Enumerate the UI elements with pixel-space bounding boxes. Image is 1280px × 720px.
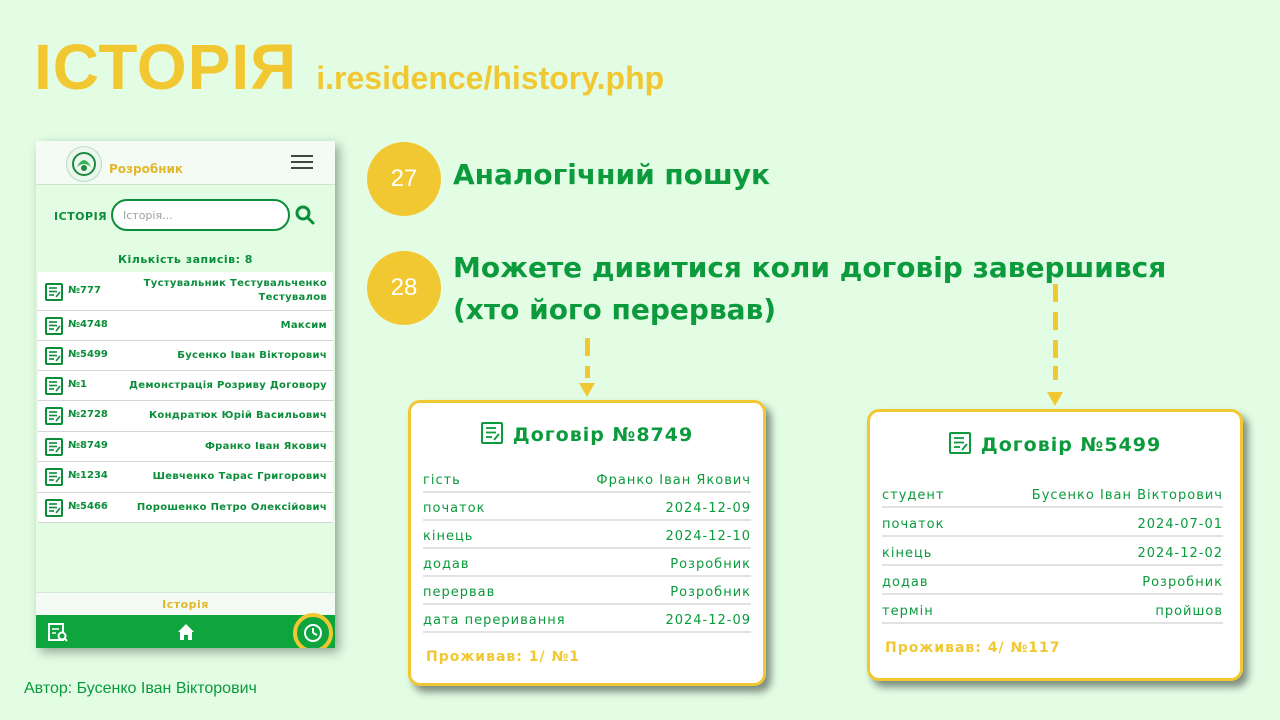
document-icon <box>45 317 63 335</box>
card-title: Договір №5499 <box>870 432 1240 456</box>
card-row: додав Розробник <box>882 573 1223 595</box>
row-value: Розробник <box>670 557 751 572</box>
document-icon <box>45 499 63 517</box>
record-number: №777 <box>68 285 101 296</box>
row-value: 2024-07-01 <box>1137 517 1223 532</box>
step-description: Аналогічний пошук <box>453 158 771 191</box>
row-key: кінець <box>882 546 933 561</box>
row-key: термін <box>882 604 934 619</box>
row-key: початок <box>423 501 486 516</box>
history-record[interactable]: №5499 Бусенко Іван Вікторович <box>38 341 333 371</box>
record-name: Порошенко Петро Олексійович <box>136 502 327 513</box>
row-key: додав <box>882 575 929 590</box>
row-value: Франко Іван Якович <box>596 473 751 488</box>
row-key: додав <box>423 557 470 572</box>
row-value: Бусенко Іван Вікторович <box>1031 488 1223 503</box>
step-description-line: Можете дивитися коли договір завершився <box>453 251 1167 284</box>
history-record[interactable]: №1 Демонстрація Розриву Договору <box>38 371 333 401</box>
document-icon <box>480 422 503 444</box>
history-record[interactable]: №4748 Максим <box>38 311 333 341</box>
record-name: Тустувальник Тестувальченко Тестувалов <box>143 278 327 303</box>
card-title-text: Договір №5499 <box>980 434 1162 456</box>
contract-card-5499: Договір №5499 студент Бусенко Іван Віктор… <box>867 409 1243 681</box>
record-number: №5499 <box>68 349 108 360</box>
search-input[interactable] <box>111 199 290 231</box>
contract-card-8749: Договір №8749 гість Франко Іван Якович по… <box>408 400 766 686</box>
card-row: гість Франко Іван Якович <box>423 471 751 493</box>
record-name: Шевченко Тарас Григорович <box>152 471 327 482</box>
card-row: студент Бусенко Іван Вікторович <box>882 486 1223 508</box>
page-url: i.residence/history.php <box>316 60 665 96</box>
step-description-line: (хто його перервав) <box>453 293 777 326</box>
app-header: Розробник <box>36 141 335 185</box>
record-name: Демонстрація Розриву Договору <box>129 380 327 391</box>
history-record[interactable]: №1234 Шевченко Тарас Григорович <box>38 462 333 493</box>
card-row: кінець 2024-12-10 <box>423 527 751 549</box>
row-value: пройшов <box>1155 604 1223 619</box>
row-value: 2024-12-09 <box>665 501 751 516</box>
record-name: Максим <box>280 320 327 331</box>
card-row: термін пройшов <box>882 602 1223 624</box>
history-clock-icon[interactable] <box>293 613 333 648</box>
record-number: №4748 <box>68 319 108 330</box>
card-row: початок 2024-12-09 <box>423 499 751 521</box>
row-key: початок <box>882 517 945 532</box>
row-key: кінець <box>423 529 474 544</box>
slide-title: ІСТОРІЯ i.residence/history.php <box>34 30 664 104</box>
row-value: 2024-12-09 <box>665 613 751 628</box>
card-footer: Проживав: 4/ №117 <box>885 640 1061 656</box>
record-name: Бусенко Іван Вікторович <box>177 350 327 361</box>
bottom-nav <box>36 615 335 648</box>
history-record[interactable]: №5466 Порошенко Петро Олексійович <box>38 493 333 523</box>
row-value: 2024-12-02 <box>1137 546 1223 561</box>
user-role: Розробник <box>109 162 184 176</box>
document-icon <box>45 468 63 486</box>
card-row: додав Розробник <box>423 555 751 577</box>
history-record[interactable]: №8749 Франко Іван Якович <box>38 432 333 462</box>
logo-icon[interactable] <box>66 146 102 182</box>
menu-icon[interactable] <box>291 155 313 173</box>
search-icon[interactable] <box>295 205 315 225</box>
home-icon[interactable] <box>175 621 197 643</box>
step-number: 28 <box>367 251 441 325</box>
card-title-text: Договір №8749 <box>512 424 694 446</box>
phone-screenshot: Розробник ІСТОРІЯ Кількість записів: 8 №… <box>36 141 335 648</box>
card-row: початок 2024-07-01 <box>882 515 1223 537</box>
document-icon <box>45 438 63 456</box>
record-number: №2728 <box>68 409 108 420</box>
author-credit: Автор: Бусенко Іван Вікторович <box>24 680 257 697</box>
row-key: дата переривання <box>423 613 566 628</box>
record-number: №8749 <box>68 440 108 451</box>
document-icon <box>45 377 63 395</box>
row-value: Розробник <box>1142 575 1223 590</box>
document-icon <box>948 432 971 454</box>
history-record[interactable]: №2728 Кондратюк Юрій Васильович <box>38 401 333 432</box>
card-row: дата переривання 2024-12-09 <box>423 611 751 633</box>
history-record[interactable]: №777 Тустувальник Тестувальченко Тестува… <box>38 272 333 311</box>
row-key: гість <box>423 473 461 488</box>
record-number: №1234 <box>68 470 108 481</box>
card-footer: Проживав: 1/ №1 <box>426 649 581 665</box>
records-count: Кількість записів: 8 <box>118 253 253 266</box>
card-title: Договір №8749 <box>411 422 763 446</box>
slide-title-text: ІСТОРІЯ <box>34 31 298 103</box>
row-key: перервав <box>423 585 496 600</box>
record-name: Кондратюк Юрій Васильович <box>148 410 327 421</box>
document-icon <box>45 407 63 425</box>
history-label: ІСТОРІЯ <box>54 210 108 223</box>
step-number: 27 <box>367 142 441 216</box>
search-list-icon[interactable] <box>47 621 69 643</box>
current-page-label: Історія <box>36 592 335 616</box>
card-row: кінець 2024-12-02 <box>882 544 1223 566</box>
row-value: Розробник <box>670 585 751 600</box>
record-number: №1 <box>68 379 87 390</box>
record-name: Франко Іван Якович <box>204 441 327 452</box>
document-icon <box>45 347 63 365</box>
row-key: студент <box>882 488 945 503</box>
step-description: Можете дивитися коли договір завершився … <box>453 247 1166 331</box>
row-value: 2024-12-10 <box>665 529 751 544</box>
card-row: перервав Розробник <box>423 583 751 605</box>
document-icon <box>45 283 63 301</box>
record-number: №5466 <box>68 501 108 512</box>
